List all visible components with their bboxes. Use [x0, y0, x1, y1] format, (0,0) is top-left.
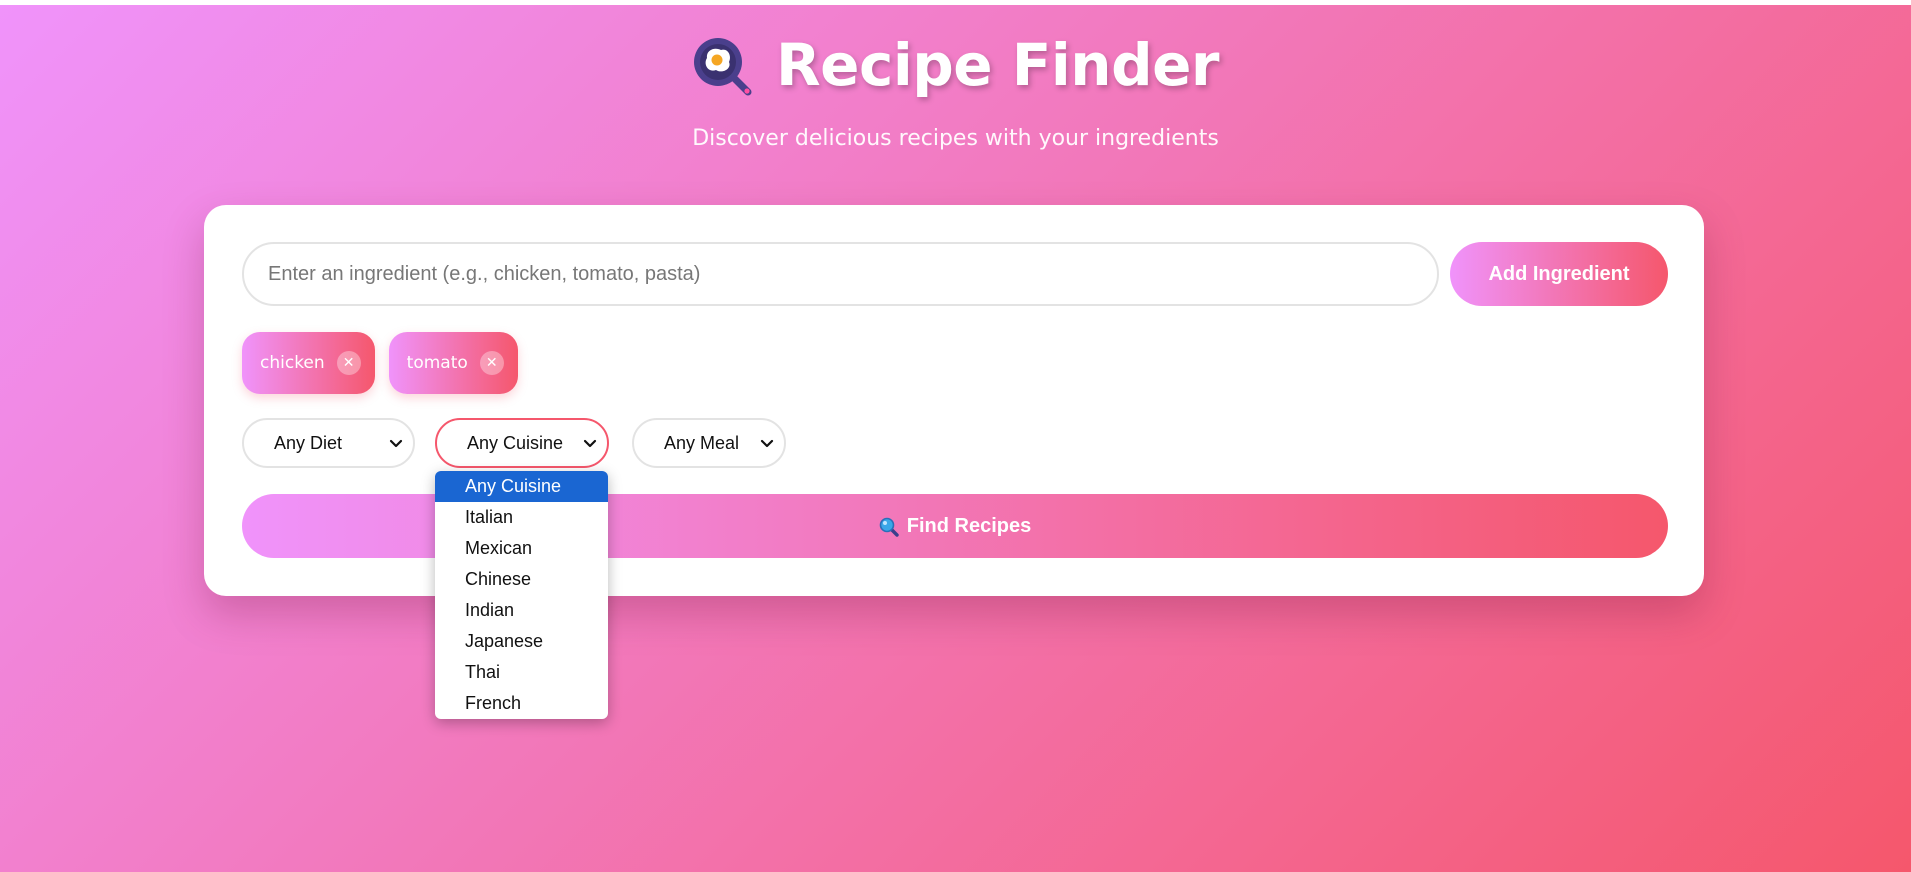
- search-icon: [879, 517, 899, 537]
- find-recipes-label: Find Recipes: [906, 514, 1032, 537]
- cuisine-dropdown[interactable]: Any Cuisine Italian Mexican Chinese Indi…: [435, 471, 608, 719]
- ingredient-tag-chicken: chicken ✕: [242, 332, 375, 394]
- page-title: Recipe Finder: [775, 31, 1220, 99]
- ingredient-input[interactable]: [242, 242, 1439, 306]
- cuisine-option-thai[interactable]: Thai: [435, 657, 608, 688]
- ingredient-tag-label: chicken: [260, 353, 325, 373]
- header: Recipe Finder: [0, 34, 1911, 96]
- cuisine-option-mexican[interactable]: Mexican: [435, 533, 608, 564]
- search-card: Add Ingredient chicken ✕ tomato ✕ Any Di…: [204, 205, 1704, 596]
- cuisine-select-value: Any Cuisine: [467, 432, 564, 453]
- add-ingredient-button[interactable]: Add Ingredient: [1450, 242, 1668, 306]
- cuisine-option-japanese[interactable]: Japanese: [435, 626, 608, 657]
- chevron-down-icon: [760, 439, 774, 448]
- diet-select-value: Any Diet: [274, 432, 343, 453]
- meal-select[interactable]: Any Meal: [632, 418, 786, 468]
- cuisine-option-any[interactable]: Any Cuisine: [435, 471, 608, 502]
- ingredient-tags: chicken ✕ tomato ✕: [242, 332, 518, 394]
- diet-select[interactable]: Any Diet: [242, 418, 415, 468]
- frying-pan-egg-icon: [693, 38, 752, 96]
- meal-select-value: Any Meal: [664, 432, 740, 453]
- cuisine-option-italian[interactable]: Italian: [435, 502, 608, 533]
- chevron-down-icon: [583, 439, 597, 448]
- cuisine-option-indian[interactable]: Indian: [435, 595, 608, 626]
- close-icon[interactable]: ✕: [336, 351, 361, 375]
- page-subtitle: Discover delicious recipes with your ing…: [692, 126, 1219, 151]
- close-icon[interactable]: ✕: [479, 351, 504, 375]
- cuisine-select[interactable]: Any Cuisine: [435, 418, 609, 468]
- ingredient-tag-label: tomato: [406, 353, 468, 373]
- chevron-down-icon: [389, 439, 403, 448]
- ingredient-tag-tomato: tomato ✕: [388, 332, 518, 394]
- cuisine-option-chinese[interactable]: Chinese: [435, 564, 608, 595]
- cuisine-option-french[interactable]: French: [435, 688, 608, 719]
